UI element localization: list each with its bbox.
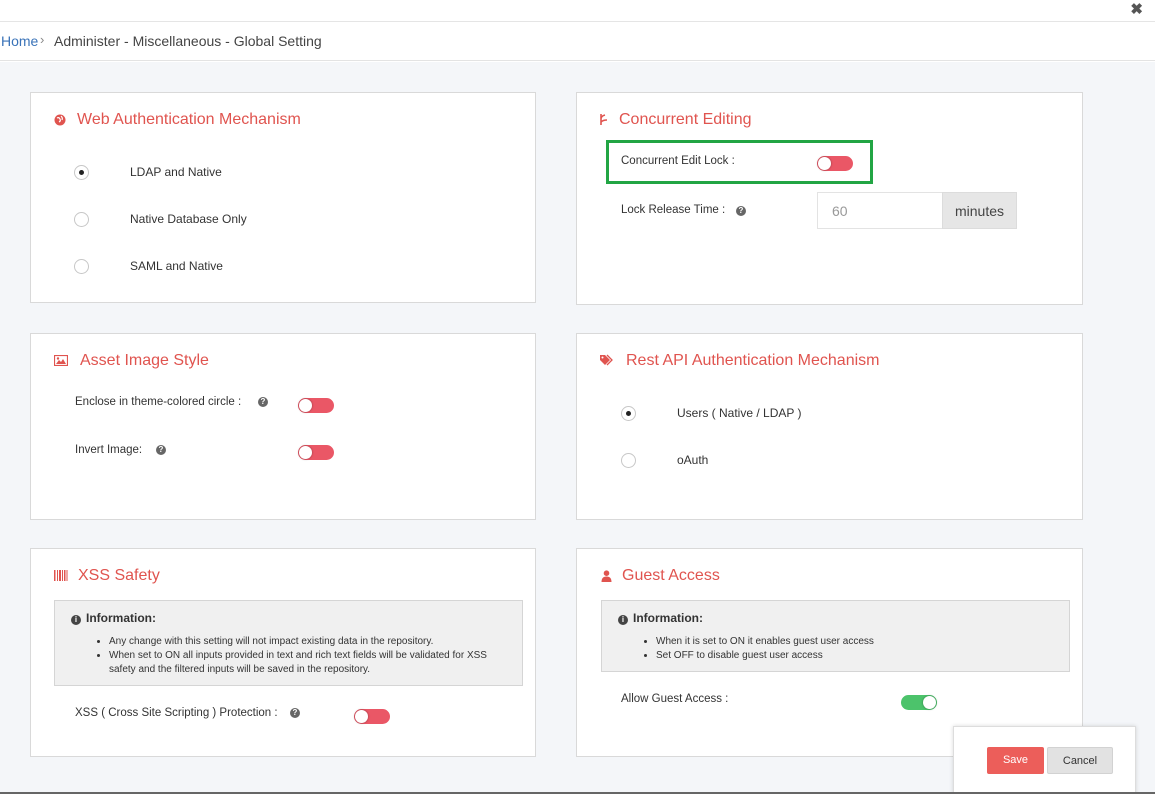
guest-info-box: i Information: When it is set to ON it en… (601, 600, 1070, 672)
info-title: Information: (633, 611, 703, 625)
user-icon (601, 570, 612, 585)
top-bar: ✖ (0, 0, 1155, 22)
info-heading: i Information: (71, 611, 156, 625)
asset-image-card: Asset Image Style Enclose in theme-color… (30, 333, 536, 520)
info-list: Any change with this setting will not im… (109, 635, 509, 677)
help-icon[interactable]: ? (258, 397, 268, 407)
info-item: Any change with this setting will not im… (109, 635, 509, 649)
help-icon[interactable]: ? (736, 206, 746, 216)
radio-ldap-native[interactable] (74, 165, 89, 180)
invert-label: Invert Image: (75, 444, 143, 456)
radio-oauth[interactable] (621, 453, 636, 468)
info-item: Set OFF to disable guest user access (656, 649, 1056, 663)
web-auth-card: Web Authentication Mechanism LDAP and Na… (30, 92, 536, 303)
cancel-button[interactable]: Cancel (1047, 747, 1113, 774)
minutes-addon: minutes (942, 192, 1017, 229)
info-icon: i (618, 615, 628, 625)
allow-guest-toggle[interactable] (901, 695, 937, 710)
breadcrumb-current: Administer - Miscellaneous - Global Sett… (54, 33, 322, 49)
allow-guest-label: Allow Guest Access : (621, 693, 729, 705)
globe-icon (54, 114, 66, 129)
enclose-toggle[interactable] (298, 398, 334, 413)
breadcrumb: Home › Administer - Miscellaneous - Glob… (0, 22, 1155, 61)
action-panel: Save Cancel (953, 726, 1136, 794)
tags-icon (599, 354, 614, 369)
lock-release-input[interactable]: 60 (817, 192, 943, 229)
info-heading: i Information: (618, 611, 703, 625)
chevron-right-icon: › (40, 32, 45, 47)
xss-protection-label: XSS ( Cross Site Scripting ) Protection … (75, 707, 278, 719)
help-icon[interactable]: ? (156, 445, 166, 455)
web-auth-title: Web Authentication Mechanism (77, 111, 301, 128)
save-button[interactable]: Save (987, 747, 1044, 774)
help-icon[interactable]: ? (290, 708, 300, 718)
image-icon (53, 354, 69, 369)
xss-protection-toggle[interactable] (354, 709, 390, 724)
radio-label: Native Database Only (130, 212, 247, 226)
info-list: When it is set to ON it enables guest us… (656, 635, 1056, 663)
guest-access-title: Guest Access (622, 567, 720, 584)
xss-info-box: i Information: Any change with this setti… (54, 600, 523, 686)
invert-toggle[interactable] (298, 445, 334, 460)
rest-api-title: Rest API Authentication Mechanism (626, 352, 880, 369)
radio-label: oAuth (677, 453, 709, 467)
rest-api-card: Rest API Authentication Mechanism Users … (576, 333, 1083, 520)
highlight-box (606, 140, 873, 184)
xss-card: XSS Safety i Information: Any change with… (30, 548, 536, 757)
radio-label: SAML and Native (130, 259, 223, 273)
info-icon: i (71, 615, 81, 625)
radio-label: Users ( Native / LDAP ) (677, 406, 802, 420)
lock-release-label: Lock Release Time : (621, 204, 726, 216)
enclose-label: Enclose in theme-colored circle : (75, 396, 242, 408)
breadcrumb-home-link[interactable]: Home (1, 33, 38, 49)
concurrent-editing-title: Concurrent Editing (619, 111, 752, 128)
radio-saml-native[interactable] (74, 259, 89, 274)
radio-native-db[interactable] (74, 212, 89, 227)
radio-users-native-ldap[interactable] (621, 406, 636, 421)
xss-title: XSS Safety (78, 567, 160, 584)
asset-image-title: Asset Image Style (80, 352, 209, 369)
info-item: When set to ON all inputs provided in te… (109, 649, 509, 677)
radio-label: LDAP and Native (130, 165, 222, 179)
info-title: Information: (86, 611, 156, 625)
close-icon[interactable]: ✖ (1130, 0, 1143, 18)
branch-icon (599, 113, 609, 129)
barcode-icon (54, 570, 68, 584)
info-item: When it is set to ON it enables guest us… (656, 635, 1056, 649)
